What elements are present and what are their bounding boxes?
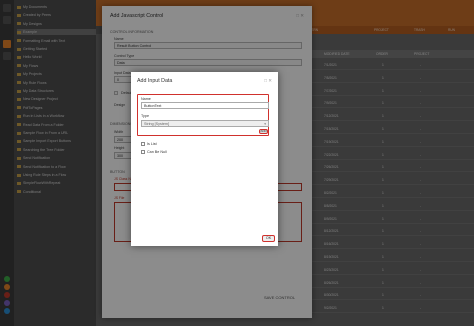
is-list-label: Is List [147, 142, 157, 146]
input-type-label: Type [141, 114, 149, 118]
add-type-button[interactable]: ADD [259, 129, 268, 134]
highlight-box [137, 94, 269, 136]
add-input-data-dialog: Add Input Data □ ✕ Name ButtonText Type … [131, 72, 278, 246]
ok-button[interactable]: OK [262, 235, 275, 242]
input-type-select[interactable]: String [System] ▾ [141, 120, 269, 127]
input-type-value: String [System] [144, 122, 170, 126]
input-name-field[interactable]: ButtonText [141, 102, 269, 109]
can-be-null-checkbox[interactable] [141, 150, 145, 154]
chevron-down-icon: ▾ [264, 122, 266, 126]
input-dialog-title: Add Input Data [137, 78, 173, 84]
can-be-null-label: Can Be Null [147, 150, 167, 154]
input-name-label: Name [141, 97, 151, 101]
is-list-checkbox[interactable] [141, 142, 145, 146]
input-dialog-window-controls[interactable]: □ ✕ [264, 78, 272, 84]
